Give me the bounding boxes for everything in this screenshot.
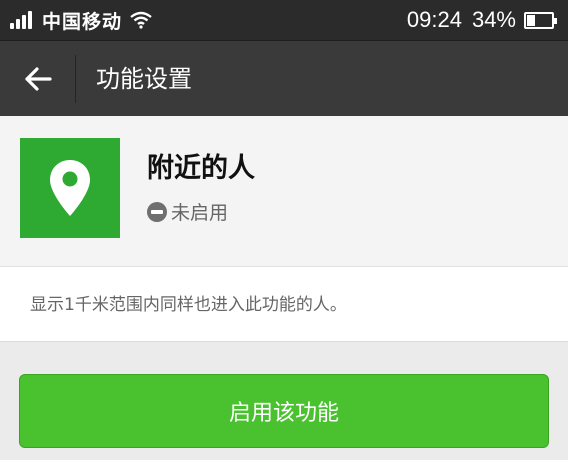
clock: 09:24 bbox=[406, 7, 462, 32]
status-right: 09:24 34% bbox=[406, 0, 557, 40]
location-pin-icon bbox=[50, 160, 90, 216]
disabled-circle-icon bbox=[147, 201, 167, 222]
description-box: 显示1千米范围内同样也进入此功能的人。 bbox=[0, 266, 568, 342]
status-text: 未启用 bbox=[171, 202, 229, 224]
signal-strength-icon bbox=[10, 11, 34, 29]
feature-name: 附近的人 bbox=[147, 153, 255, 184]
feature-description: 显示1千米范围内同样也进入此功能的人。 bbox=[30, 295, 347, 315]
nav-bar: 功能设置 bbox=[0, 40, 568, 116]
status-left: 中国移动 bbox=[10, 0, 152, 40]
feature-card: 附近的人 未启用 bbox=[0, 116, 568, 266]
page-title: 功能设置 bbox=[96, 65, 192, 93]
carrier-name: 中国移动 bbox=[42, 10, 123, 33]
feature-status: 未启用 bbox=[147, 198, 228, 225]
back-button[interactable] bbox=[14, 55, 62, 103]
nav-divider bbox=[75, 55, 76, 103]
battery-fill bbox=[527, 14, 535, 26]
battery-icon bbox=[524, 11, 557, 29]
feature-icon-tile bbox=[20, 138, 120, 238]
enable-feature-button[interactable]: 启用该功能 bbox=[19, 374, 549, 448]
arrow-left-icon bbox=[25, 67, 52, 91]
battery-percentage: 34% bbox=[471, 7, 516, 32]
status-bar: 中国移动 09:24 34% bbox=[0, 0, 568, 40]
wifi-icon bbox=[130, 11, 152, 29]
enable-button-label: 启用该功能 bbox=[228, 401, 339, 426]
